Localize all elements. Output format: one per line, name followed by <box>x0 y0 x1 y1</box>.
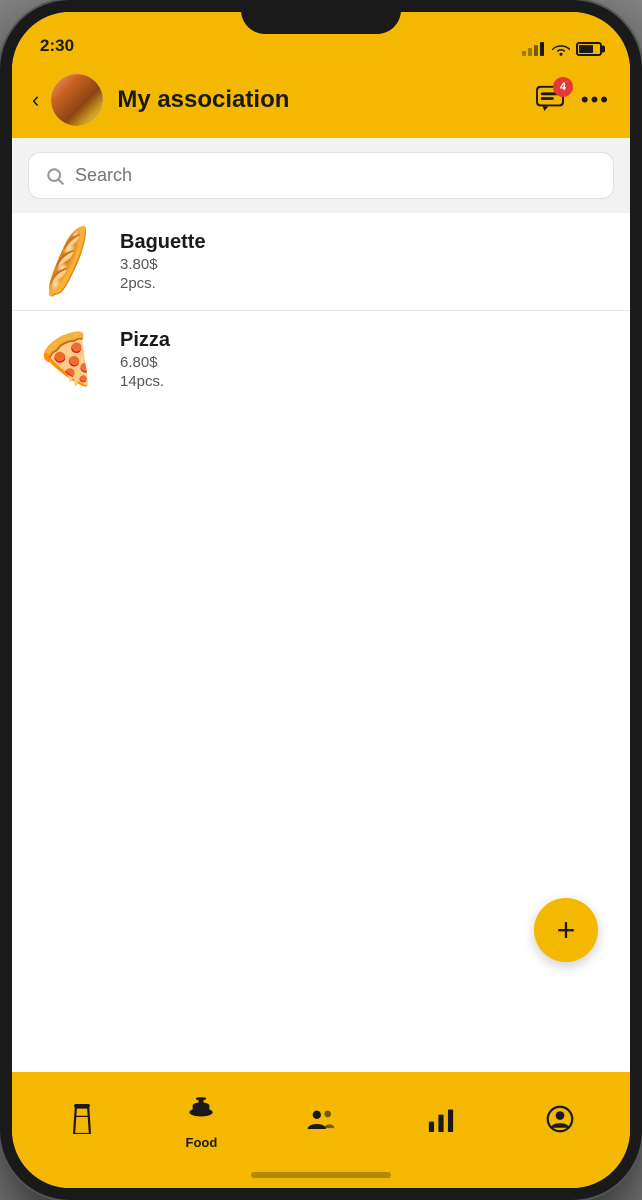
food-nav-label: Food <box>186 1135 218 1150</box>
more-button[interactable]: ••• <box>581 87 610 113</box>
item-name: Pizza <box>120 329 170 352</box>
nav-item-drinks[interactable] <box>52 1104 112 1141</box>
bottom-bar <box>12 1172 630 1188</box>
back-button[interactable]: ‹ <box>32 87 39 113</box>
add-button[interactable]: + <box>534 898 598 962</box>
notch <box>241 0 401 34</box>
nav-item-stats[interactable] <box>411 1106 471 1139</box>
status-icons <box>522 42 602 56</box>
baguette-emoji: 🥖 <box>26 222 108 301</box>
wifi-icon <box>552 42 570 56</box>
home-indicator <box>251 1172 391 1178</box>
phone-frame: 2:30 ‹ <box>0 0 642 1200</box>
battery-icon <box>576 42 602 56</box>
stats-icon <box>427 1106 455 1139</box>
avatar-image <box>51 74 103 126</box>
item-quantity: 2pcs. <box>120 275 206 292</box>
item-info-baguette: Baguette 3.80$ 2pcs. <box>120 231 206 292</box>
food-icon <box>186 1094 216 1131</box>
avatar <box>51 74 103 126</box>
page-title: My association <box>117 86 535 114</box>
content-wrapper: 🥖 Baguette 3.80$ 2pcs. 🍕 <box>12 138 630 1072</box>
list-item[interactable]: 🍕 Pizza 6.80$ 14pcs. <box>12 311 630 408</box>
phone-screen: 2:30 ‹ <box>12 12 630 1188</box>
items-list: 🥖 Baguette 3.80$ 2pcs. 🍕 <box>12 213 630 643</box>
item-price: 6.80$ <box>120 354 170 371</box>
chat-button[interactable]: 4 <box>535 85 565 116</box>
account-icon <box>546 1105 574 1140</box>
drinks-icon <box>69 1104 95 1141</box>
search-input[interactable] <box>75 165 597 186</box>
search-icon <box>45 166 65 186</box>
item-price: 3.80$ <box>120 256 206 273</box>
notification-badge: 4 <box>553 77 573 97</box>
list-item[interactable]: 🥖 Baguette 3.80$ 2pcs. <box>12 213 630 311</box>
item-info-pizza: Pizza 6.80$ 14pcs. <box>120 329 170 390</box>
item-quantity: 14pcs. <box>120 373 170 390</box>
item-image-pizza: 🍕 <box>32 332 102 387</box>
header-actions: 4 ••• <box>535 85 610 116</box>
bottom-nav: Food <box>12 1072 630 1172</box>
empty-area <box>12 643 630 1073</box>
nav-item-account[interactable] <box>530 1105 590 1140</box>
members-icon <box>306 1106 336 1139</box>
item-image-baguette: 🥖 <box>32 234 102 289</box>
nav-item-members[interactable] <box>291 1106 351 1139</box>
item-name: Baguette <box>120 231 206 254</box>
nav-item-food[interactable]: Food <box>171 1094 231 1150</box>
status-time: 2:30 <box>40 36 74 56</box>
header: ‹ My association 4 ••• <box>12 62 630 138</box>
pizza-emoji: 🍕 <box>36 330 98 389</box>
search-container <box>12 138 630 213</box>
search-box <box>28 152 614 199</box>
